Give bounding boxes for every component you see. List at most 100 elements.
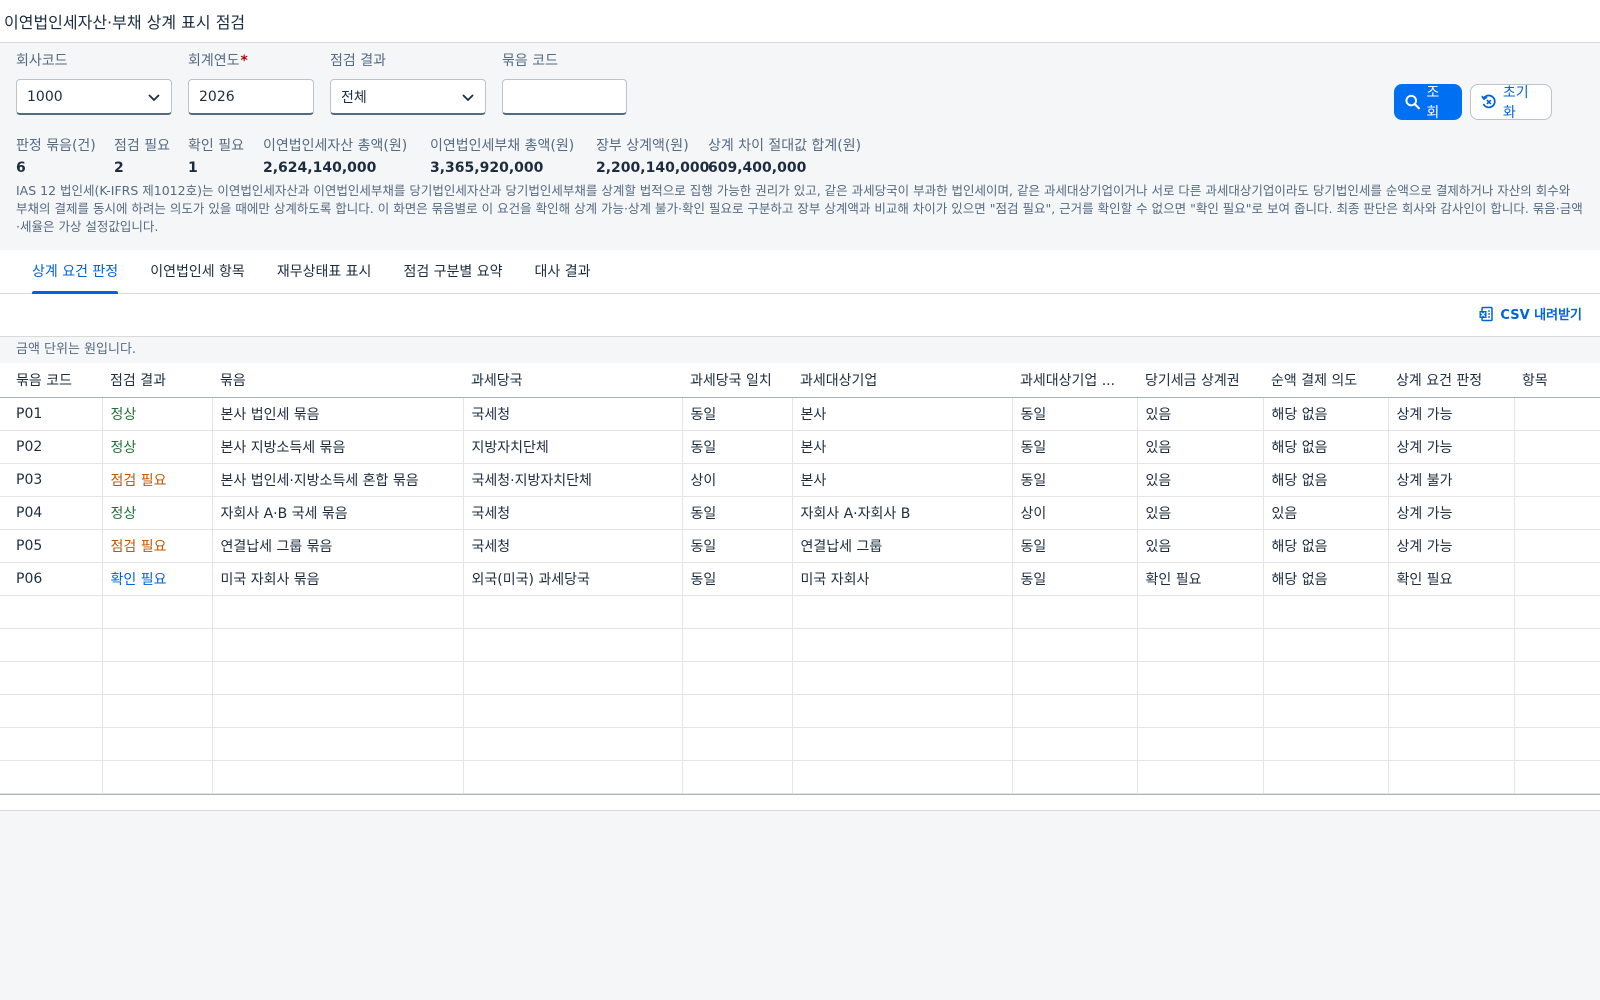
- table-row[interactable]: P04 정상 자회사 A·B 국세 묶음 국세청 동일 자회사 A·자회사 B 상이 있음 있음…: [0, 496, 1600, 530]
- empty-cell: [0, 760, 103, 794]
- column-header[interactable]: 과세당국: [463, 363, 682, 398]
- empty-cell: [1263, 661, 1389, 695]
- column-header[interactable]: 순액 결제 의도: [1263, 363, 1388, 398]
- search-button[interactable]: 조회: [1394, 84, 1462, 121]
- status-cell: 확인 필요: [102, 562, 213, 596]
- tab-deferred-tax-items[interactable]: 이연법인세 항목: [134, 250, 261, 294]
- kpi-label: 이연법인세자산 총액(원): [263, 138, 408, 154]
- table-cell: 상계 가능: [1388, 430, 1515, 464]
- results-panel: CSV 내려받기 금액 단위는 원입니다. 묶음 코드 점검 결과 묶음 과세당국 과세…: [0, 294, 1600, 811]
- table-cell: 동일: [1012, 430, 1138, 464]
- column-header[interactable]: 점검 결과: [102, 363, 212, 398]
- table-cell: 동일: [682, 562, 793, 596]
- guidance-note: IAS 12 법인세(K-IFRS 제1012호)는 이연법인세자산과 이연법인…: [16, 183, 1583, 234]
- column-header[interactable]: 과세당국 일치: [682, 363, 792, 398]
- company-code-select[interactable]: 1000: [16, 79, 172, 115]
- empty-table-row: [0, 595, 1600, 629]
- fiscal-year-field: 회계연도* 2026: [188, 51, 314, 115]
- empty-cell: [102, 628, 213, 662]
- table-cell: 상계 가능: [1388, 397, 1515, 431]
- column-header[interactable]: 당기세금 상계권: [1137, 363, 1263, 398]
- empty-cell: [1514, 595, 1600, 629]
- empty-cell: [0, 727, 103, 761]
- filter-bar: 회사코드 1000 회계연도* 2026 점검 결과 전체 묶음 코드 조회 초…: [0, 43, 1600, 136]
- page-title: 이연법인세자산·부채 상계 표시 점검: [4, 13, 246, 32]
- kpi-confirm-needed: 확인 필요 1: [188, 136, 244, 178]
- column-header[interactable]: 묶음: [212, 363, 463, 398]
- tab-balance-sheet-display[interactable]: 재무상태표 표시: [261, 250, 388, 294]
- column-header[interactable]: 묶음 코드: [0, 363, 102, 398]
- empty-cell: [1137, 628, 1264, 662]
- empty-cell: [1514, 694, 1600, 728]
- table-row[interactable]: P05 점검 필요 연결납세 그룹 묶음 국세청 동일 연결납세 그룹 동일 있음 해당 없음 상…: [0, 529, 1600, 563]
- tab-offset-requirements[interactable]: 상계 요건 판정: [16, 250, 134, 294]
- empty-cell: [1137, 760, 1264, 794]
- empty-table-row: [0, 727, 1600, 761]
- table-cell: P02: [0, 430, 103, 464]
- empty-cell: [102, 727, 213, 761]
- empty-cell: [682, 727, 793, 761]
- table-cell: 자회사 A·자회사 B: [792, 496, 1013, 530]
- table-cell: 국세청: [463, 529, 683, 563]
- empty-cell: [1137, 661, 1264, 695]
- table-cell: 상이: [1012, 496, 1138, 530]
- tab-reconciliation[interactable]: 대사 결과: [519, 250, 607, 294]
- company-code-field: 회사코드 1000: [16, 51, 172, 115]
- empty-cell: [1012, 595, 1138, 629]
- table-cell: 확인 필요: [1388, 562, 1515, 596]
- table-cell: [1514, 529, 1600, 563]
- search-button-label: 조회: [1426, 85, 1440, 121]
- table-footer: [0, 794, 1600, 811]
- table-cell: 지방자치단체: [463, 430, 683, 464]
- empty-cell: [682, 661, 793, 695]
- empty-cell: [1388, 727, 1515, 761]
- check-result-select[interactable]: 전체: [330, 79, 486, 115]
- kpi-value: 2,200,140,000: [596, 160, 710, 176]
- kpi-group-count: 판정 묶음(건) 6: [16, 136, 96, 178]
- empty-cell: [463, 595, 683, 629]
- kpi-value: 1: [188, 160, 198, 176]
- empty-cell: [682, 628, 793, 662]
- kpi-value: 2: [114, 160, 124, 176]
- table-header-row: 묶음 코드 점검 결과 묶음 과세당국 과세당국 일치 과세대상기업 과세대상기업 ... 당…: [0, 363, 1600, 398]
- table-cell: 해당 없음: [1263, 529, 1389, 563]
- table-cell: [1514, 397, 1600, 431]
- table-row[interactable]: P02 정상 본사 지방소득세 묶음 지방자치단체 동일 본사 동일 있음 해당 없음 상계 가능: [0, 430, 1600, 464]
- fiscal-year-label: 회계연도*: [188, 53, 248, 69]
- column-header[interactable]: 항목: [1514, 363, 1600, 398]
- fiscal-year-input[interactable]: 2026: [188, 79, 314, 115]
- table-cell: 국세청: [463, 496, 683, 530]
- kpi-dtl-total: 이연법인세부채 총액(원) 3,365,920,000: [430, 136, 574, 178]
- column-header[interactable]: 과세대상기업: [792, 363, 1012, 398]
- table-row[interactable]: P01 정상 본사 법인세 묶음 국세청 동일 본사 동일 있음 해당 없음 상계 가능: [0, 397, 1600, 431]
- status-cell: 점검 필요: [102, 529, 213, 563]
- tab-bar: 상계 요건 판정 이연법인세 항목 재무상태표 표시 점검 구분별 요약 대사 …: [0, 250, 1600, 294]
- table-cell: P03: [0, 463, 103, 497]
- empty-cell: [792, 595, 1013, 629]
- table-row[interactable]: P03 점검 필요 본사 법인세·지방소득세 혼합 묶음 국세청·지방자치단체 상이 본사…: [0, 463, 1600, 497]
- empty-cell: [463, 694, 683, 728]
- empty-cell: [1388, 760, 1515, 794]
- table-row[interactable]: P06 확인 필요 미국 자회사 묶음 외국(미국) 과세당국 동일 미국 자회사 동일 확인…: [0, 562, 1600, 596]
- empty-table-row: [0, 760, 1600, 794]
- empty-cell: [463, 628, 683, 662]
- empty-cell: [0, 661, 103, 695]
- reset-button[interactable]: 초기화: [1470, 84, 1552, 121]
- table-cell: 본사 법인세·지방소득세 혼합 묶음: [212, 463, 464, 497]
- status-cell: 정상: [102, 397, 213, 431]
- column-header[interactable]: 과세대상기업 ...: [1012, 363, 1137, 398]
- csv-download-button[interactable]: CSV 내려받기: [1478, 304, 1582, 323]
- table-cell: 상계 가능: [1388, 529, 1515, 563]
- group-code-input[interactable]: [502, 79, 627, 115]
- empty-cell: [1012, 661, 1138, 695]
- kpi-value: 6: [16, 160, 26, 176]
- empty-cell: [682, 760, 793, 794]
- empty-cell: [1388, 694, 1515, 728]
- table-cell: P05: [0, 529, 103, 563]
- empty-cell: [102, 661, 213, 695]
- tab-summary-by-category[interactable]: 점검 구분별 요약: [387, 250, 518, 294]
- column-header[interactable]: 상계 요건 판정: [1388, 363, 1514, 398]
- empty-cell: [212, 760, 464, 794]
- status-cell: 정상: [102, 430, 213, 464]
- table-cell: 해당 없음: [1263, 397, 1389, 431]
